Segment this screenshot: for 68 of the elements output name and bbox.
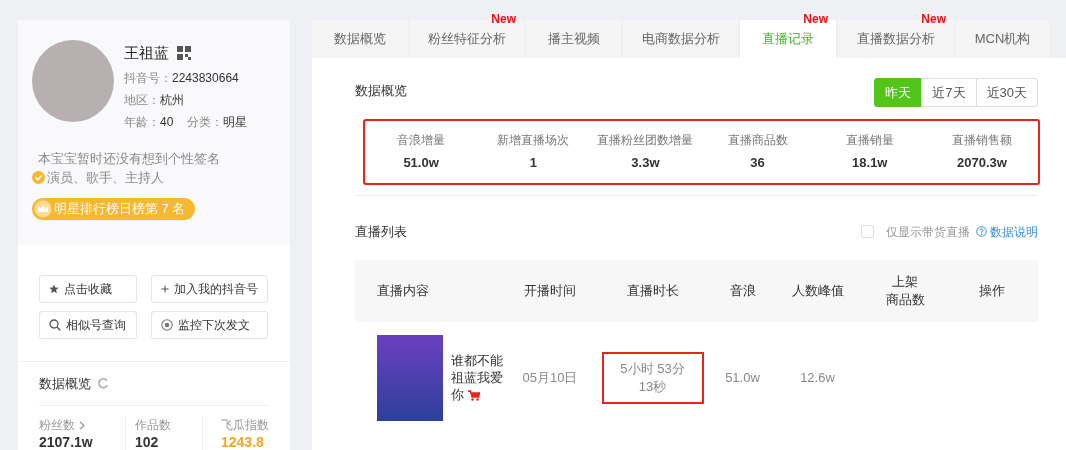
column-header: 操作 bbox=[978, 281, 1005, 300]
column-header: 直播时长 bbox=[626, 281, 679, 300]
column-header: 直播内容 bbox=[377, 281, 429, 300]
range-tab[interactable]: 近7天 bbox=[921, 78, 977, 107]
stat-value: 2107.1w bbox=[39, 434, 94, 450]
refresh-icon[interactable] bbox=[97, 377, 109, 390]
plus-icon bbox=[161, 283, 169, 294]
metric-value: 51.0w bbox=[403, 154, 439, 173]
checkbox[interactable] bbox=[861, 225, 874, 239]
qr-code-icon[interactable] bbox=[177, 46, 191, 61]
column-header: 音浪 bbox=[729, 281, 756, 300]
column-header: 人数峰值 bbox=[791, 281, 844, 300]
eye-icon bbox=[161, 318, 173, 331]
help-link[interactable]: 数据说明 bbox=[990, 222, 1038, 241]
metric-label: 直播销量 bbox=[845, 132, 894, 150]
stat-value: 102 bbox=[135, 434, 160, 450]
checkbox-label: 仅显示带货直播 bbox=[886, 223, 970, 241]
field-label: 分类： bbox=[187, 113, 224, 131]
field-label: 年龄： bbox=[124, 113, 160, 131]
field-value: 40 bbox=[160, 113, 174, 131]
field-value: 杭州 bbox=[160, 91, 184, 109]
metric-label: 直播商品数 bbox=[727, 132, 788, 150]
field-value: 2243830664 bbox=[172, 69, 239, 87]
metric-value: 36 bbox=[750, 154, 765, 173]
metric-value: 2070.3w bbox=[957, 154, 1007, 173]
action-button[interactable]: 相似号查询 bbox=[39, 310, 137, 339]
field-label: 地区： bbox=[124, 91, 160, 109]
check-icon bbox=[32, 171, 45, 185]
verified-tags: 演员、歌手、主持人 bbox=[47, 168, 164, 188]
table-cell-text: 51.0w bbox=[725, 368, 760, 387]
help-icon bbox=[976, 226, 987, 238]
field-label: 抖音号： bbox=[124, 69, 172, 87]
tab[interactable]: 数据概览 bbox=[312, 20, 408, 58]
live-title[interactable]: 谁都不能祖蓝我爱你 bbox=[451, 352, 507, 403]
section-title: 数据概览 bbox=[39, 374, 91, 393]
metric-value: 18.1w bbox=[852, 154, 888, 173]
crown-icon bbox=[34, 199, 52, 218]
stat-label: 粉丝数 bbox=[39, 417, 75, 434]
action-button[interactable]: 监控下次发文 bbox=[151, 310, 268, 339]
star-icon bbox=[49, 283, 59, 294]
chevron-right-icon[interactable] bbox=[79, 420, 85, 430]
stat-label: 作品数 bbox=[135, 417, 171, 434]
field-value: 明星 bbox=[223, 113, 248, 131]
stat-label: 飞瓜指数 bbox=[221, 417, 269, 434]
metric-value: 3.3w bbox=[631, 154, 660, 173]
video-thumbnail[interactable] bbox=[377, 334, 443, 421]
tab[interactable]: MCN机构 bbox=[956, 20, 1049, 58]
table-cell-text: 12.6w bbox=[800, 368, 835, 387]
range-tab[interactable]: 近30天 bbox=[975, 78, 1038, 107]
table-cell-text: 05月10日 bbox=[522, 368, 578, 387]
section-title: 数据概览 bbox=[355, 82, 407, 100]
action-button[interactable]: 加入我的抖音号 bbox=[151, 274, 268, 303]
action-button[interactable]: 点击收藏 bbox=[39, 274, 137, 303]
metric-value: 1 bbox=[529, 154, 537, 173]
section-title: 直播列表 bbox=[355, 223, 407, 241]
profile-name: 王祖蓝 bbox=[124, 43, 169, 63]
tab[interactable]: 播主视频 bbox=[526, 20, 621, 58]
table-cell: 5小时 53分 13秒 bbox=[601, 351, 704, 404]
metric-label: 音浪增量 bbox=[397, 132, 446, 150]
column-header: 开播时间 bbox=[524, 281, 576, 300]
column-header: 上架 商品数 bbox=[885, 272, 925, 309]
metric-label: 新增直播场次 bbox=[497, 132, 570, 150]
stat-value: 1243.8 bbox=[221, 434, 265, 450]
search-icon bbox=[49, 318, 61, 331]
tab[interactable]: 电商数据分析 bbox=[623, 20, 738, 58]
signature: 本宝宝暂时还没有想到个性签名 bbox=[37, 149, 221, 168]
metric-label: 直播粉丝团数增量 bbox=[597, 132, 694, 150]
metric-label: 直播销售额 bbox=[951, 132, 1012, 150]
